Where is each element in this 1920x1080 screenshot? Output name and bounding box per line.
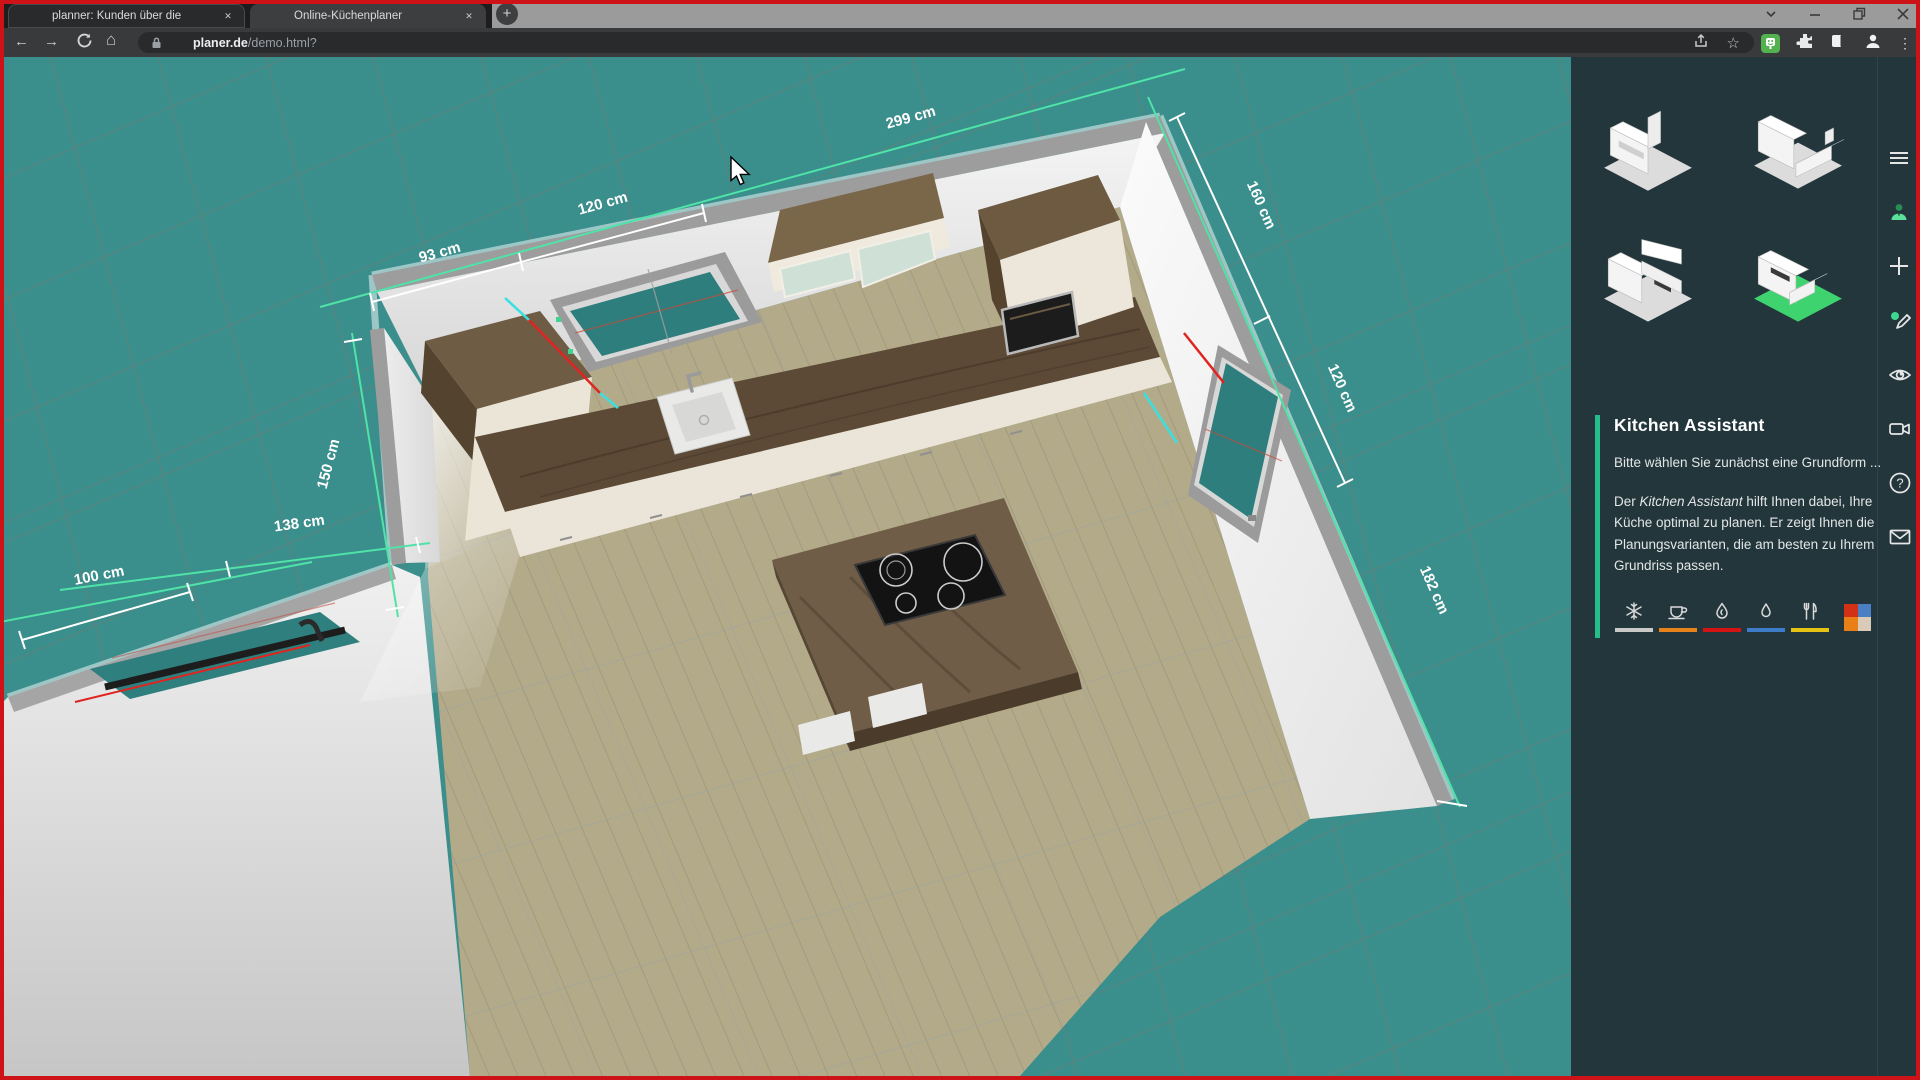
tab-kuechenplaner[interactable]: Online-Küchenplaner ✕ [250, 4, 486, 28]
edit-pencil-icon[interactable] [1888, 309, 1910, 331]
dimension-label: 182 cm [1416, 563, 1452, 616]
dimension-label: 138 cm [273, 512, 326, 536]
consultant-person-icon[interactable] [1888, 201, 1910, 223]
dimension-label: 299 cm [884, 103, 938, 133]
tool-rail: ? [1877, 57, 1920, 1076]
dimension-label: 120 cm [576, 189, 630, 219]
tab-planner[interactable]: planner: Kunden über die ✕ [8, 4, 245, 28]
category-water[interactable] [1746, 601, 1786, 632]
bookmark-star-icon[interactable]: ☆ [1727, 34, 1740, 52]
side-panel-icon[interactable] [1830, 32, 1848, 55]
kitchen-3d-scene[interactable]: 299 cm 120 cm 93 cm 160 cm 120 cm 182 cm… [0, 57, 1571, 1076]
restore-icon[interactable] [1852, 7, 1866, 21]
category-fire[interactable] [1702, 601, 1742, 632]
url-domain: planer.de [193, 36, 248, 50]
forward-icon[interactable]: → [44, 33, 59, 51]
planner-3d-canvas[interactable]: 299 cm 120 cm 93 cm 160 cm 120 cm 182 cm… [0, 57, 1571, 1076]
mouse-cursor-icon [731, 157, 749, 185]
window-handle [1248, 515, 1256, 521]
coffee-cup-icon [1667, 601, 1689, 621]
water-drop-icon [1756, 601, 1776, 621]
extension-green-icon[interactable] [1761, 34, 1780, 53]
category-freezer[interactable] [1614, 601, 1654, 632]
tab-title: Online-Küchenplaner [250, 10, 461, 22]
home-icon[interactable]: ⌂ [106, 31, 116, 49]
extensions-puzzle-icon[interactable] [1796, 32, 1814, 55]
reload-icon[interactable] [76, 32, 93, 54]
layout-thumb-island[interactable] [1743, 238, 1853, 330]
add-icon[interactable] [1888, 255, 1910, 277]
category-dining[interactable] [1790, 601, 1830, 632]
dimension-label: 150 cm [314, 437, 344, 491]
chevron-down-icon[interactable] [1764, 7, 1778, 21]
window-controls [1764, 0, 1910, 28]
minimize-icon[interactable] [1808, 7, 1822, 21]
dimension-label: 120 cm [1324, 361, 1360, 414]
category-coffee[interactable] [1658, 601, 1698, 632]
url-bar[interactable]: planer.de /demo.html? ☆ [138, 32, 1754, 53]
view-eye-icon[interactable] [1888, 363, 1910, 385]
close-icon[interactable]: ✕ [220, 8, 236, 24]
contact-mail-icon[interactable] [1888, 525, 1910, 547]
help-icon[interactable]: ? [1888, 471, 1910, 493]
color-palette-button[interactable] [1844, 604, 1871, 631]
url-path: /demo.html? [248, 36, 317, 50]
menu-dots-icon[interactable]: ⋮ [1898, 35, 1912, 52]
layout-thumb-two-row[interactable] [1743, 105, 1853, 197]
cutlery-icon [1800, 601, 1820, 621]
assistant-title: Kitchen Assistant [1614, 415, 1882, 436]
new-tab-button[interactable]: + [496, 3, 518, 25]
tab-title: planner: Kunden über die [8, 10, 220, 22]
assistant-intro: Bitte wählen Sie zunächst eine Grundform… [1614, 452, 1882, 474]
menu-icon[interactable] [1888, 147, 1910, 169]
back-icon[interactable]: ← [14, 33, 29, 51]
flame-drop-icon [1712, 601, 1732, 621]
profile-icon[interactable] [1864, 32, 1882, 55]
screen: planner: Kunden über die ✕ Online-Küchen… [0, 0, 1920, 1080]
assistant-body: Der Kitchen Assistant hilft Ihnen dabei,… [1614, 491, 1882, 577]
layout-thumb-single-row[interactable] [1593, 105, 1703, 197]
kitchen-assistant-panel: Kitchen Assistant Bitte wählen Sie zunäc… [1595, 415, 1882, 638]
svg-text:?: ? [1896, 476, 1903, 491]
layout-thumb-l-shaped[interactable] [1593, 238, 1703, 330]
tab-strip: planner: Kunden über die ✕ Online-Küchen… [0, 0, 1920, 28]
dimension-label: 160 cm [1243, 178, 1279, 231]
category-row [1614, 601, 1882, 632]
assistant-sidebar: Kitchen Assistant Bitte wählen Sie zunäc… [1571, 57, 1920, 1076]
video-camera-icon[interactable] [1888, 417, 1910, 439]
lock-icon[interactable] [150, 36, 163, 50]
close-icon[interactable]: ✕ [461, 8, 477, 24]
snowflake-icon [1624, 601, 1644, 621]
share-icon[interactable] [1693, 33, 1709, 52]
close-window-icon[interactable] [1896, 7, 1910, 21]
